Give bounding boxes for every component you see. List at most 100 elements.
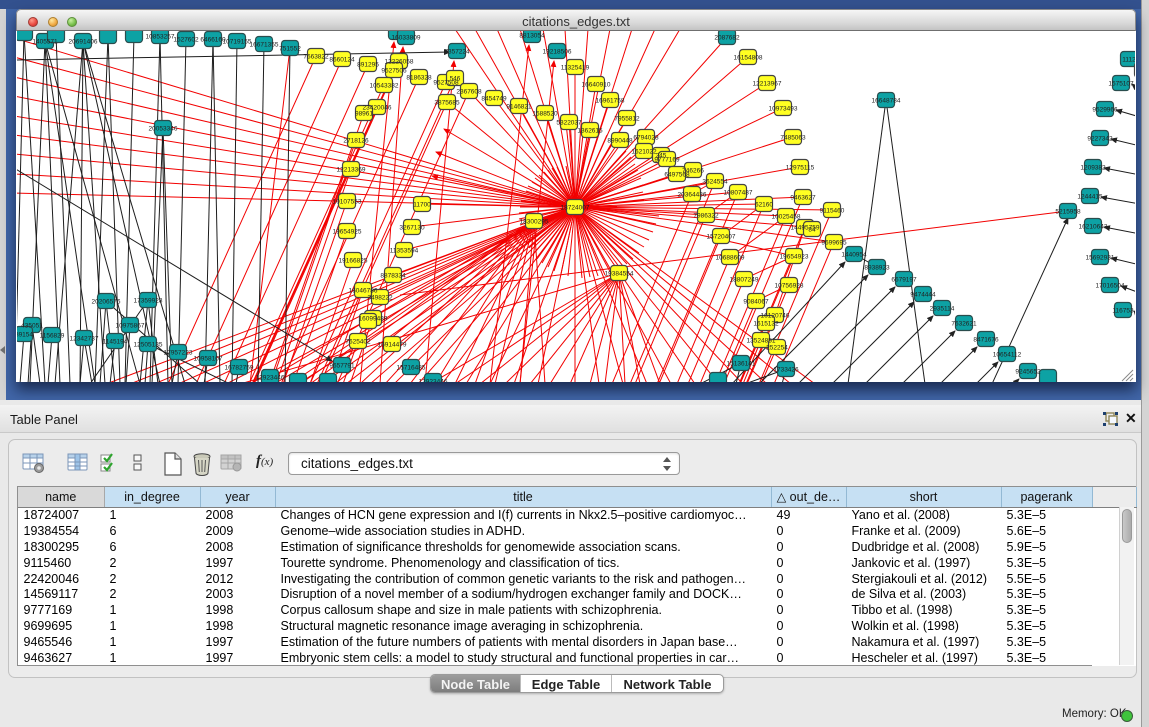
svg-text:8660124: 8660124 — [329, 57, 355, 64]
svg-text:10719155: 10719155 — [223, 39, 252, 46]
svg-text:9777169: 9777169 — [654, 157, 680, 164]
svg-text:10688609: 10688609 — [716, 255, 745, 262]
svg-text:10543382: 10543382 — [370, 83, 399, 90]
svg-text:3875685: 3875685 — [434, 100, 460, 107]
svg-text:17359928: 17359928 — [134, 298, 163, 305]
svg-text:7357224: 7357224 — [444, 49, 470, 56]
svg-text:2087682: 2087682 — [714, 35, 740, 42]
svg-text:16671355: 16671355 — [250, 42, 279, 49]
svg-text:98961: 98961 — [355, 111, 373, 118]
svg-text:9527506: 9527506 — [381, 68, 407, 75]
svg-text:18724007: 18724007 — [561, 205, 590, 212]
svg-text:1112: 1112 — [1122, 57, 1135, 64]
svg-text:10025458: 10025458 — [772, 214, 801, 221]
svg-text:10654112: 10654112 — [993, 352, 1022, 359]
svg-text:891295: 891295 — [357, 62, 379, 69]
svg-text:19654923: 19654923 — [780, 254, 809, 261]
svg-text:10975867: 10975867 — [116, 323, 145, 330]
svg-text:7625402: 7625402 — [345, 339, 371, 346]
svg-text:3267130: 3267130 — [399, 225, 425, 232]
svg-text:116753: 116753 — [1112, 308, 1134, 315]
svg-text:12226058: 12226058 — [385, 59, 414, 66]
svg-text:2718126: 2718126 — [343, 138, 369, 145]
svg-text:1209382: 1209382 — [1080, 165, 1106, 172]
svg-text:62160: 62160 — [755, 202, 773, 209]
svg-text:18300295: 18300295 — [520, 219, 549, 226]
svg-text:9463627: 9463627 — [790, 195, 816, 202]
svg-text:8990448: 8990448 — [607, 138, 633, 145]
svg-text:10807487: 10807487 — [724, 190, 753, 197]
svg-text:1156829: 1156829 — [40, 333, 65, 340]
svg-text:11700: 11700 — [413, 202, 431, 209]
svg-text:9115460: 9115460 — [820, 208, 845, 215]
svg-text:7663822: 7663822 — [303, 54, 329, 61]
svg-text:15720407: 15720407 — [707, 234, 736, 241]
svg-text:19654925: 19654925 — [333, 229, 362, 236]
svg-text:20691406: 20691406 — [69, 39, 98, 46]
svg-text:6794028: 6794028 — [633, 135, 659, 142]
svg-text:6679197: 6679197 — [891, 277, 917, 284]
svg-text:39154: 39154 — [17, 332, 33, 339]
svg-text:20053346: 20053346 — [149, 126, 178, 133]
svg-text:18807249: 18807249 — [730, 277, 759, 284]
svg-text:15716485: 15716485 — [397, 365, 426, 372]
svg-text:16120746: 16120746 — [761, 313, 790, 320]
svg-text:12213369: 12213369 — [337, 167, 366, 174]
svg-text:5322037: 5322037 — [556, 120, 582, 127]
svg-text:15692931: 15692931 — [1086, 255, 1115, 262]
svg-text:3624554: 3624554 — [702, 179, 728, 186]
svg-text:16210643: 16210643 — [1079, 224, 1108, 231]
svg-text:252254: 252254 — [766, 345, 788, 352]
svg-text:2935114: 2935114 — [930, 306, 955, 313]
svg-text:1244415: 1244415 — [1077, 194, 1103, 201]
svg-text:7485063: 7485063 — [780, 135, 806, 142]
svg-text:19218506: 19218506 — [543, 49, 572, 56]
svg-text:16782759: 16782759 — [225, 365, 254, 372]
svg-text:10853257: 10853257 — [146, 34, 175, 41]
svg-text:16099489: 16099489 — [359, 316, 388, 323]
svg-text:8938923: 8938923 — [864, 265, 890, 272]
svg-text:7955812: 7955812 — [614, 116, 640, 123]
svg-text:11325419: 11325419 — [561, 65, 590, 72]
svg-text:10107553: 10107553 — [333, 199, 362, 206]
svg-text:7632621: 7632621 — [951, 321, 977, 328]
svg-text:1440954: 1440954 — [841, 252, 867, 259]
svg-text:12342737: 12342737 — [70, 336, 99, 343]
svg-text:751552: 751552 — [279, 46, 301, 53]
svg-text:1621022: 1621022 — [631, 149, 657, 156]
svg-text:16648784: 16648784 — [872, 98, 901, 105]
svg-text:9227342: 9227342 — [1087, 136, 1113, 143]
svg-text:546: 546 — [450, 76, 461, 83]
svg-text:84: 84 — [808, 227, 816, 234]
svg-text:1527602: 1527602 — [173, 37, 199, 44]
svg-text:19384554: 19384554 — [605, 271, 634, 278]
svg-text:16154808: 16154808 — [734, 55, 763, 62]
svg-text:17957223: 17957223 — [164, 350, 193, 357]
svg-text:10973493: 10973493 — [769, 106, 798, 113]
svg-text:15136141: 15136141 — [727, 361, 756, 368]
svg-text:1362615: 1362615 — [577, 128, 603, 135]
svg-text:19166825: 19166825 — [339, 258, 368, 265]
svg-text:16033809: 16033809 — [392, 35, 421, 42]
svg-text:9699695: 9699695 — [821, 240, 847, 247]
svg-text:10958107: 10958107 — [194, 356, 223, 363]
svg-text:6497568: 6497568 — [664, 172, 690, 179]
svg-text:20206576: 20206576 — [92, 299, 121, 306]
svg-text:16640910: 16640910 — [582, 82, 611, 89]
svg-text:8471676: 8471676 — [973, 337, 999, 344]
svg-text:8186328: 8186328 — [406, 75, 432, 82]
svg-text:12923446: 12923446 — [419, 379, 448, 383]
svg-text:12975115: 12975115 — [786, 165, 815, 172]
svg-text:1145194: 1145194 — [103, 339, 128, 346]
svg-text:9529966: 9529966 — [1092, 107, 1118, 114]
svg-text:12213967: 12213967 — [753, 81, 782, 88]
svg-text:16046786: 16046786 — [349, 288, 378, 295]
svg-text:5215958: 5215958 — [1055, 209, 1081, 216]
svg-text:11353594: 11353594 — [390, 248, 419, 255]
svg-text:9146821: 9146821 — [506, 104, 532, 111]
svg-text:16914479: 16914479 — [378, 342, 407, 349]
svg-text:9084067: 9084067 — [743, 299, 769, 306]
svg-text:8454749: 8454749 — [481, 96, 507, 103]
svg-text:9245652: 9245652 — [1015, 369, 1041, 376]
svg-text:17016504: 17016504 — [1096, 283, 1125, 290]
